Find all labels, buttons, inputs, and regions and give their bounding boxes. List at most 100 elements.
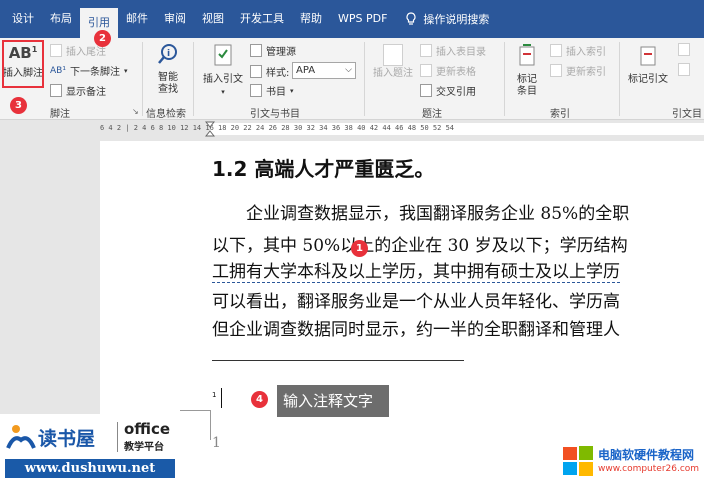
separator [364,42,365,116]
smart-lookup-label-1: 智能 [158,72,178,83]
show-notes-icon [50,84,62,97]
separator [504,42,505,116]
watermark-subtitle: 教学平台 [124,442,164,453]
instruction-tooltip: 输入注释文字 [277,385,389,417]
next-footnote-button[interactable]: AB¹ 下一条脚注 ▾ [50,63,128,79]
group-label-citations: 引文与书目 [250,109,300,120]
next-footnote-label: 下一条脚注 [69,67,120,78]
tab-design[interactable]: 设计 [4,0,42,38]
insert-index-icon [550,44,562,57]
step-badge-4: 4 [251,391,268,408]
bibliography-label: 书目 [266,87,286,98]
lightbulb-icon [406,12,416,25]
update-index-icon [550,64,562,77]
tab-developer[interactable]: 开发工具 [232,0,292,38]
insert-table-of-figures-button[interactable]: 插入表目录 [420,43,486,58]
insert-table-of-figures-label: 插入表目录 [436,47,486,58]
group-label-captions: 题注 [422,109,442,120]
toa-doc-icon [678,63,690,76]
bibliography-icon [250,84,262,97]
smart-lookup-button[interactable]: i 智能 查找 [150,42,186,96]
watermark-divider [117,422,118,452]
style-row: 样式: [250,64,289,79]
mark-citation-label: 标记引文 [628,74,668,85]
paragraph-line-1: 企业调查数据显示，我国翻译服务企业 85%的全职 [212,204,630,224]
watermark-url: www.dushuwu.net [5,459,175,478]
tab-help[interactable]: 帮助 [292,0,330,38]
text-cursor [221,388,222,408]
cross-reference-button[interactable]: 交叉引用 [420,83,476,98]
watermark-computer26: 电脑软硬件教程网 www.computer26.com [560,442,704,483]
style-icon [250,65,262,78]
chevron-down-icon: ▾ [123,66,128,75]
step-badge-2: 2 [94,30,111,47]
step-badge-1: 1 [351,240,368,257]
cross-reference-label: 交叉引用 [436,87,476,98]
tab-review[interactable]: 审阅 [156,0,194,38]
toa-doc-icon [678,43,690,56]
insert-caption-button[interactable]: 插入题注 [369,44,417,80]
tab-wps-pdf[interactable]: WPS PDF [330,0,395,38]
bibliography-button[interactable]: 书目 ▾ [250,83,294,98]
smart-lookup-label-2: 查找 [158,84,178,95]
toa-small-button-2[interactable] [678,63,690,76]
paragraph-line-4: 可以看出，翻译服务业是一个从业人员年轻化、学历高 [212,292,620,312]
windows-logo-icon [563,446,593,476]
svg-text:i: i [167,49,170,59]
tab-layout[interactable]: 布局 [42,0,80,38]
group-label-toa: 引文目 [672,109,702,120]
watermark-dushuwu: 读书屋 office 教学平台 www.dushuwu.net [0,414,180,483]
tab-mailings[interactable]: 邮件 [118,0,156,38]
ribbon: AB1 插入脚注 插入尾注 AB¹ 下一条脚注 ▾ 显示备注 脚注 ↘ i 智能… [0,38,704,120]
step-badge-3: 3 [10,97,27,114]
group-label-research: 信息检索 [146,109,186,120]
mark-entry-button[interactable]: 标记 条目 [510,42,544,98]
chevron-down-icon: ▾ [221,88,225,96]
manage-sources-label: 管理源 [266,47,296,58]
citation-icon [214,44,232,66]
show-notes-button[interactable]: 显示备注 [50,83,106,98]
mark-citation-button[interactable]: 标记引文 [624,42,672,86]
search-icon: i [158,44,177,64]
tell-me-search[interactable]: 操作说明搜索 [405,11,489,27]
indent-marker-icon[interactable] [205,121,215,137]
separator [193,42,194,116]
group-label-index: 索引 [550,109,570,120]
mark-entry-icon [519,44,535,66]
horizontal-ruler[interactable]: 6 4 2 | 2 4 6 8 10 12 14 16 18 20 22 24 … [0,121,704,137]
highlight-box [2,40,44,88]
style-label: 样式: [266,68,290,79]
manage-sources-button[interactable]: 管理源 [250,43,296,58]
insert-index-label: 插入索引 [566,47,606,58]
separator [619,42,620,116]
style-select[interactable]: APA ⌵ [292,62,356,79]
section-heading: 1.2 高端人才严重匮乏。 [212,157,435,181]
dialog-launcher-icon[interactable]: ↘ [132,107,139,116]
tell-me-label: 操作说明搜索 [423,13,490,26]
watermark-right-url: www.computer26.com [598,464,700,474]
ruler-numbers: 6 4 2 | 2 4 6 8 10 12 14 16 18 20 22 24 … [100,124,455,132]
watermark-title: 读书屋 [38,428,96,450]
tab-view[interactable]: 视图 [194,0,232,38]
insert-citation-button[interactable]: 插入引文 ▾ [200,42,246,98]
caption-icon [383,44,403,66]
table-of-figures-icon [420,44,432,57]
watermark-right-title: 电脑软硬件教程网 [598,448,695,462]
paragraph-line-3: 工拥有大学本科及以上学历，其中拥有硕士及以上学历 [212,257,620,283]
next-footnote-icon: AB¹ [50,65,66,76]
update-index-button[interactable]: 更新索引 [550,63,606,78]
document-page[interactable]: 1.2 高端人才严重匮乏。 企业调查数据显示，我国翻译服务企业 85%的全职 以… [100,141,704,483]
chevron-down-icon: ⌵ [345,65,352,75]
mark-citation-icon [640,46,656,66]
update-table-button[interactable]: 更新表格 [420,63,476,78]
toa-small-button-1[interactable] [678,43,690,56]
show-notes-label: 显示备注 [66,87,106,98]
cross-reference-icon [420,84,432,97]
chevron-down-icon: ▾ [290,86,294,95]
mark-entry-label-2: 条目 [517,86,537,97]
group-label-footnotes: 脚注 [50,109,70,120]
footnote-separator [212,360,464,361]
mark-entry-label-1: 标记 [517,74,537,85]
insert-index-button[interactable]: 插入索引 [550,43,606,58]
crop-mark [210,410,211,440]
